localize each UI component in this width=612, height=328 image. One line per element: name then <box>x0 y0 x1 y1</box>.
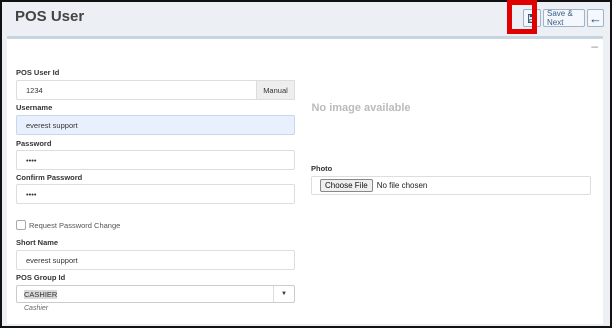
short-name-input[interactable]: everest support <box>16 250 295 270</box>
password-label: Password <box>16 139 52 148</box>
file-status-text: No file chosen <box>376 181 428 190</box>
arrow-left-icon: ← <box>589 10 602 26</box>
pos-user-id-input[interactable]: 1234 <box>16 80 257 100</box>
short-name-label: Short Name <box>16 238 59 247</box>
pos-user-id-label: POS User Id <box>16 68 60 77</box>
confirm-password-label: Confirm Password <box>16 173 83 182</box>
minus-icon[interactable]: – <box>591 40 598 52</box>
no-image-placeholder: No image available <box>311 102 411 114</box>
chevron-down-icon[interactable]: ▼ <box>273 286 294 302</box>
photo-label: Photo <box>311 164 333 173</box>
username-label: Username <box>16 103 53 112</box>
choose-file-button[interactable]: Choose File <box>320 179 373 192</box>
save-and-next-button[interactable]: Save & Next <box>543 9 585 27</box>
photo-file-input[interactable]: Choose File No file chosen <box>311 176 591 195</box>
manual-addon-button[interactable]: Manual <box>256 80 295 100</box>
pos-group-id-label: POS Group Id <box>16 273 66 282</box>
page-title: POS User <box>15 8 85 25</box>
request-password-change-label: Request Password Change <box>29 221 121 230</box>
floppy-disk-icon <box>527 13 537 23</box>
back-button[interactable]: ← <box>587 9 604 27</box>
pos-group-id-select[interactable]: CASHIER ▼ <box>16 285 295 303</box>
request-password-change-checkbox[interactable] <box>16 220 26 230</box>
confirm-password-input[interactable]: •••• <box>16 184 295 204</box>
username-input[interactable]: everest support <box>16 115 295 135</box>
pos-group-id-hint: Cashier <box>24 305 49 312</box>
save-button[interactable] <box>523 9 541 27</box>
toolbar: Save & Next ← <box>523 9 604 27</box>
pos-group-id-value: CASHIER <box>24 290 58 299</box>
password-input[interactable]: •••• <box>16 150 295 170</box>
